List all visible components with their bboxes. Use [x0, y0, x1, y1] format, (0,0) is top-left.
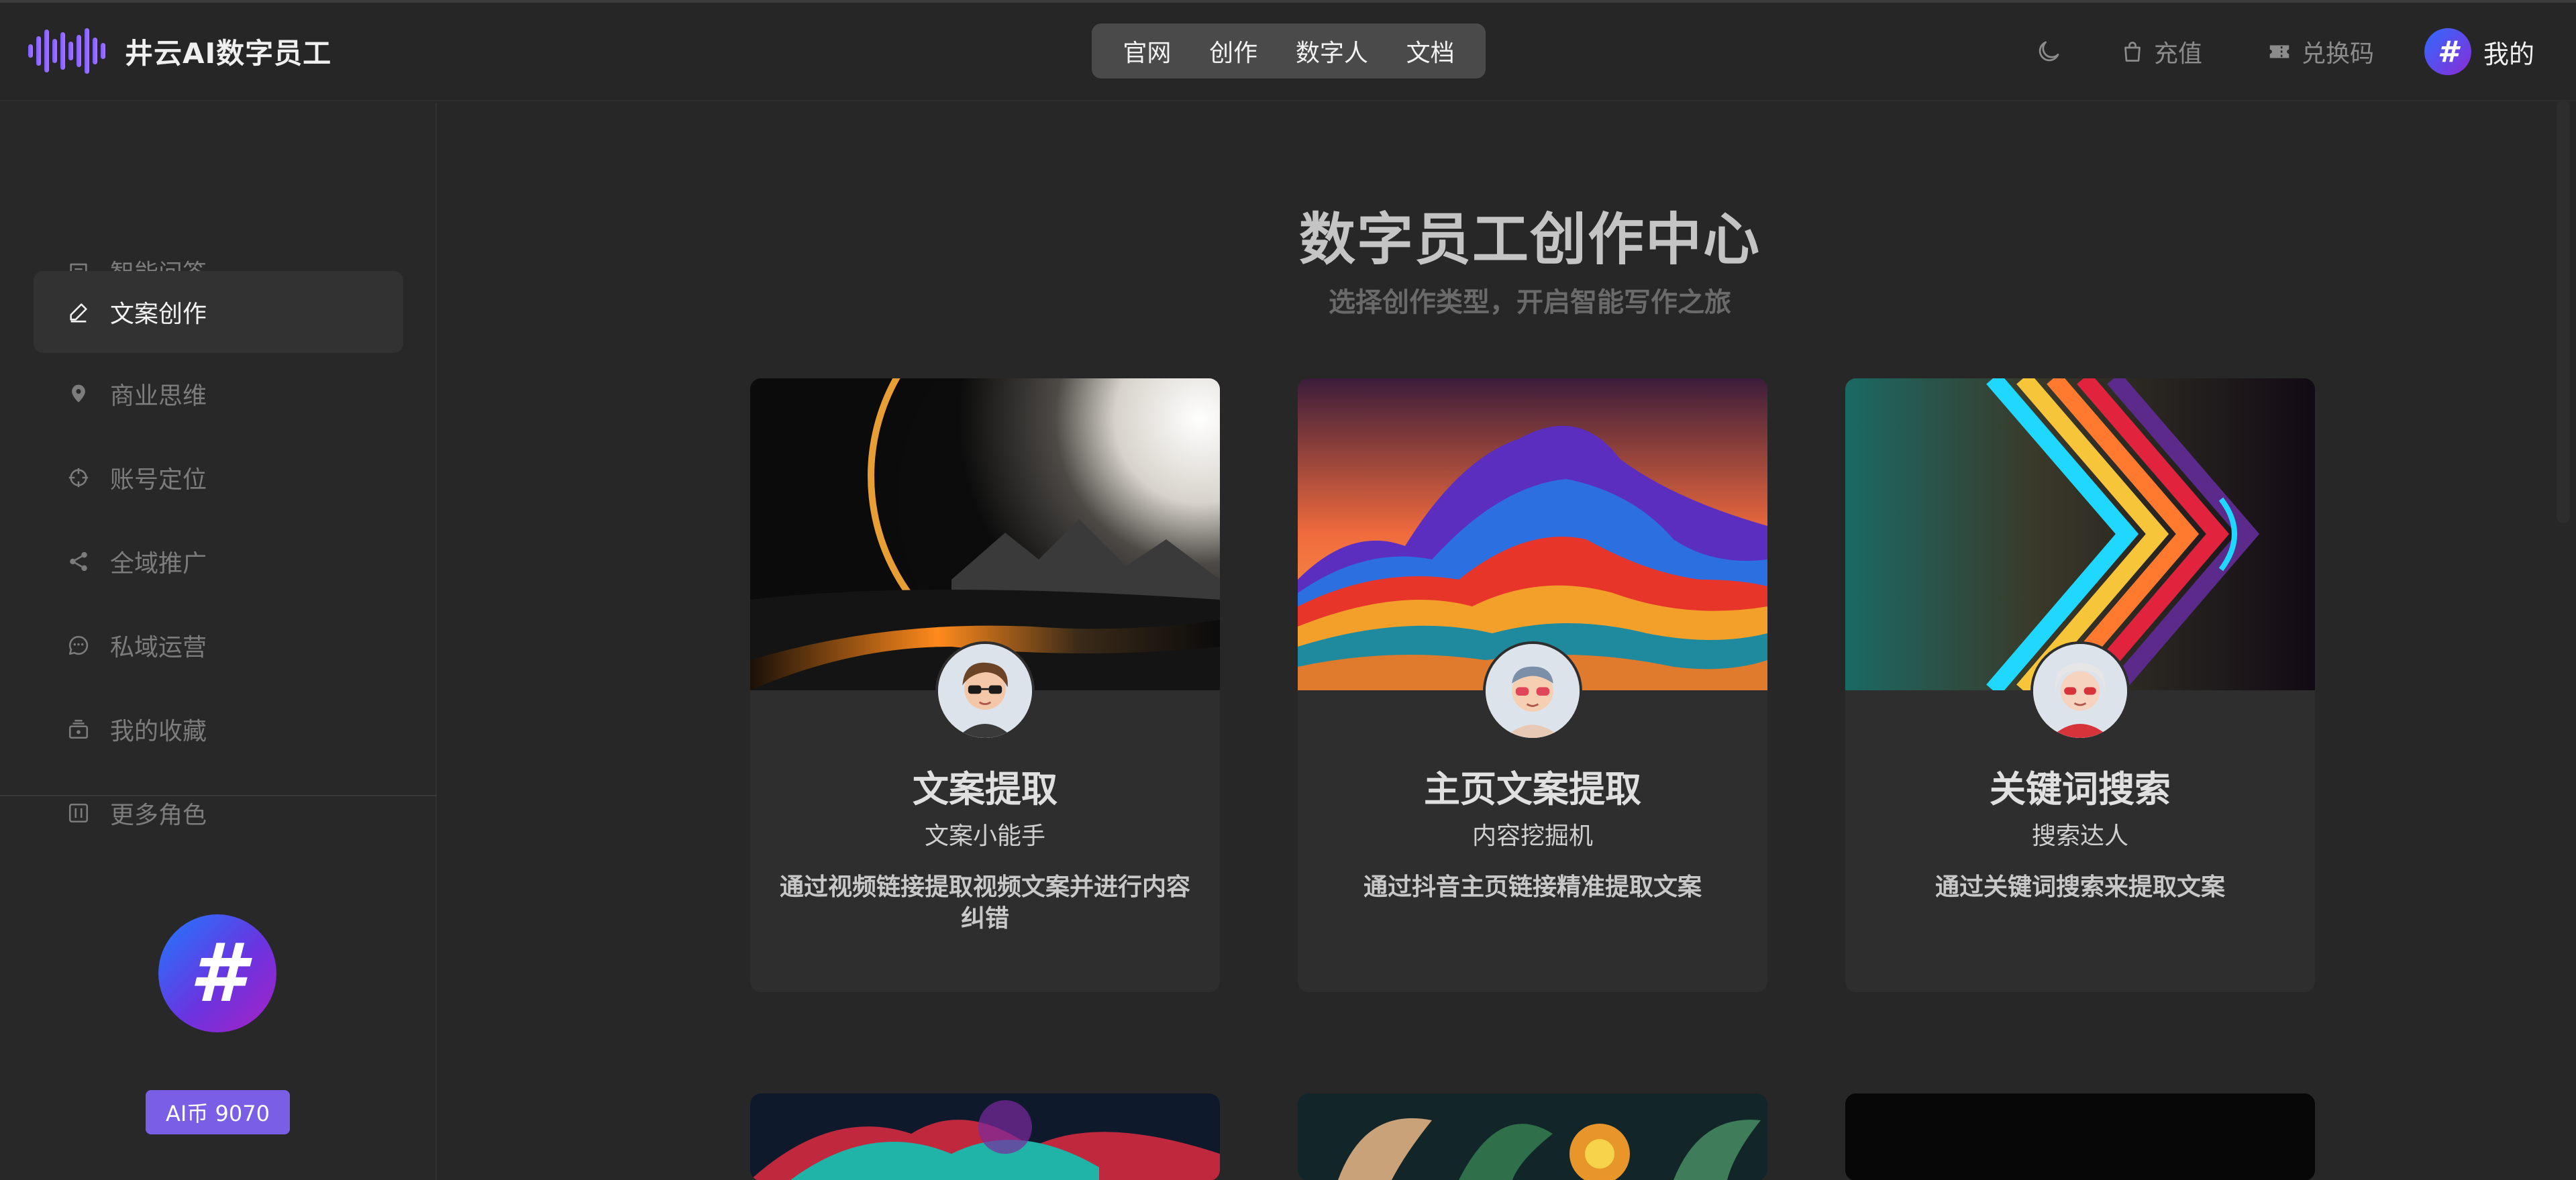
sidebar-item-more-roles[interactable]: 更多角色: [34, 772, 403, 854]
card-role: 文案小能手: [924, 822, 1045, 850]
scrollbar[interactable]: [2557, 101, 2570, 523]
redeem-code-button[interactable]: 兑换码: [2267, 28, 2374, 75]
sound-wave-logo-icon: [28, 28, 105, 74]
card-title: 文案提取: [913, 768, 1058, 810]
sidebar-item-label: 更多角色: [110, 802, 207, 829]
nav-item-official-site[interactable]: 官网: [1115, 28, 1179, 74]
pin-icon: [72, 384, 85, 403]
card-image-floral: [1298, 1093, 1767, 1180]
brand-name: 井云AI数字员工: [125, 36, 332, 70]
theme-toggle-button[interactable]: [2034, 28, 2063, 75]
ai-coin-badge: AI币 9070: [146, 1090, 290, 1134]
avatar: [2030, 641, 2130, 741]
avatar: [935, 641, 1035, 741]
card-row2-2[interactable]: [1298, 1093, 1767, 1180]
pen-icon: [70, 303, 87, 323]
nav-item-create[interactable]: 创作: [1201, 28, 1266, 74]
recharge-button[interactable]: 充值: [2120, 28, 2202, 75]
ticket-icon: [2269, 45, 2289, 58]
card-image-abstract-color: [750, 1093, 1220, 1180]
top-bar: 井云AI数字员工 官网 创作 数字人 文档 充值 兑换码 # 我的: [0, 0, 2576, 101]
sidebar-item-label: 我的收藏: [110, 718, 207, 745]
page-title: 数字员工创作中心: [1298, 207, 1761, 272]
card-image-dark: [1845, 1093, 2315, 1180]
target-icon: [68, 468, 89, 488]
sidebar-item-label: 商业思维: [110, 382, 207, 410]
card-homepage-copy-extraction[interactable]: 主页文案提取 内容挖掘机 通过抖音主页链接精准提取文案: [1298, 378, 1767, 992]
brand[interactable]: 井云AI数字员工: [27, 27, 331, 75]
recharge-label: 充值: [2154, 40, 2203, 68]
card-row2-3[interactable]: [1845, 1093, 2315, 1180]
nav-item-digital-human[interactable]: 数字人: [1288, 28, 1376, 74]
sidebar-item-my-favorites[interactable]: 我的收藏: [34, 688, 403, 770]
redeem-code-label: 兑换码: [2302, 40, 2375, 68]
sidebar-item-private-operation[interactable]: 私域运营: [34, 604, 403, 686]
sidebar-item-label: 私域运营: [110, 634, 207, 661]
card-title: 关键词搜索: [1990, 768, 2171, 810]
sidebar-item-copywriting[interactable]: 文案创作: [34, 271, 403, 353]
card-keyword-search[interactable]: 关键词搜索 搜索达人 通过关键词搜索来提取文案: [1845, 378, 2315, 992]
nav-item-docs[interactable]: 文档: [1398, 28, 1463, 74]
card-title: 主页文案提取: [1424, 768, 1641, 810]
card-row2-1[interactable]: [750, 1093, 1220, 1180]
share-icon: [70, 551, 87, 572]
hash-avatar-icon: #: [2424, 28, 2471, 75]
my-account-button[interactable]: # 我的: [2424, 28, 2534, 75]
user-avatar[interactable]: #: [158, 914, 276, 1032]
sidebar-item-account-positioning[interactable]: 账号定位: [34, 437, 403, 519]
sidebar-item-label: 账号定位: [110, 466, 207, 494]
card-description: 通过抖音主页链接精准提取文案: [1363, 873, 1702, 901]
top-nav: 官网 创作 数字人 文档: [1092, 23, 1486, 78]
sidebar: 智能问答 文案创作 商业思维 账号定位 全域推广: [0, 103, 437, 1180]
card-role: 内容挖掘机: [1472, 822, 1593, 850]
collection-icon: [68, 719, 89, 739]
sidebar-item-omni-promotion[interactable]: 全域推广: [34, 521, 403, 602]
card-copy-extraction[interactable]: 文案提取 文案小能手 通过视频链接提取视频文案并进行内容纠错: [750, 378, 1220, 992]
sidebar-item-business-thinking[interactable]: 商业思维: [34, 353, 403, 435]
message-circle-icon: [68, 635, 89, 655]
card-description: 通过视频链接提取视频文案并进行内容纠错: [779, 873, 1190, 932]
shopping-bag-icon: [2124, 42, 2141, 62]
page-subtitle: 选择创作类型，开启智能写作之旅: [1329, 287, 1731, 318]
card-description: 通过关键词搜索来提取文案: [1935, 873, 2225, 901]
sidebar-item-label: 全域推广: [110, 550, 207, 578]
avatar: [1483, 641, 1582, 741]
my-account-label: 我的: [2483, 39, 2535, 69]
card-role: 搜索达人: [2031, 822, 2128, 850]
moon-icon: [2039, 41, 2059, 62]
grid-box-icon: [68, 803, 89, 823]
sidebar-item-label: 文案创作: [110, 301, 207, 328]
